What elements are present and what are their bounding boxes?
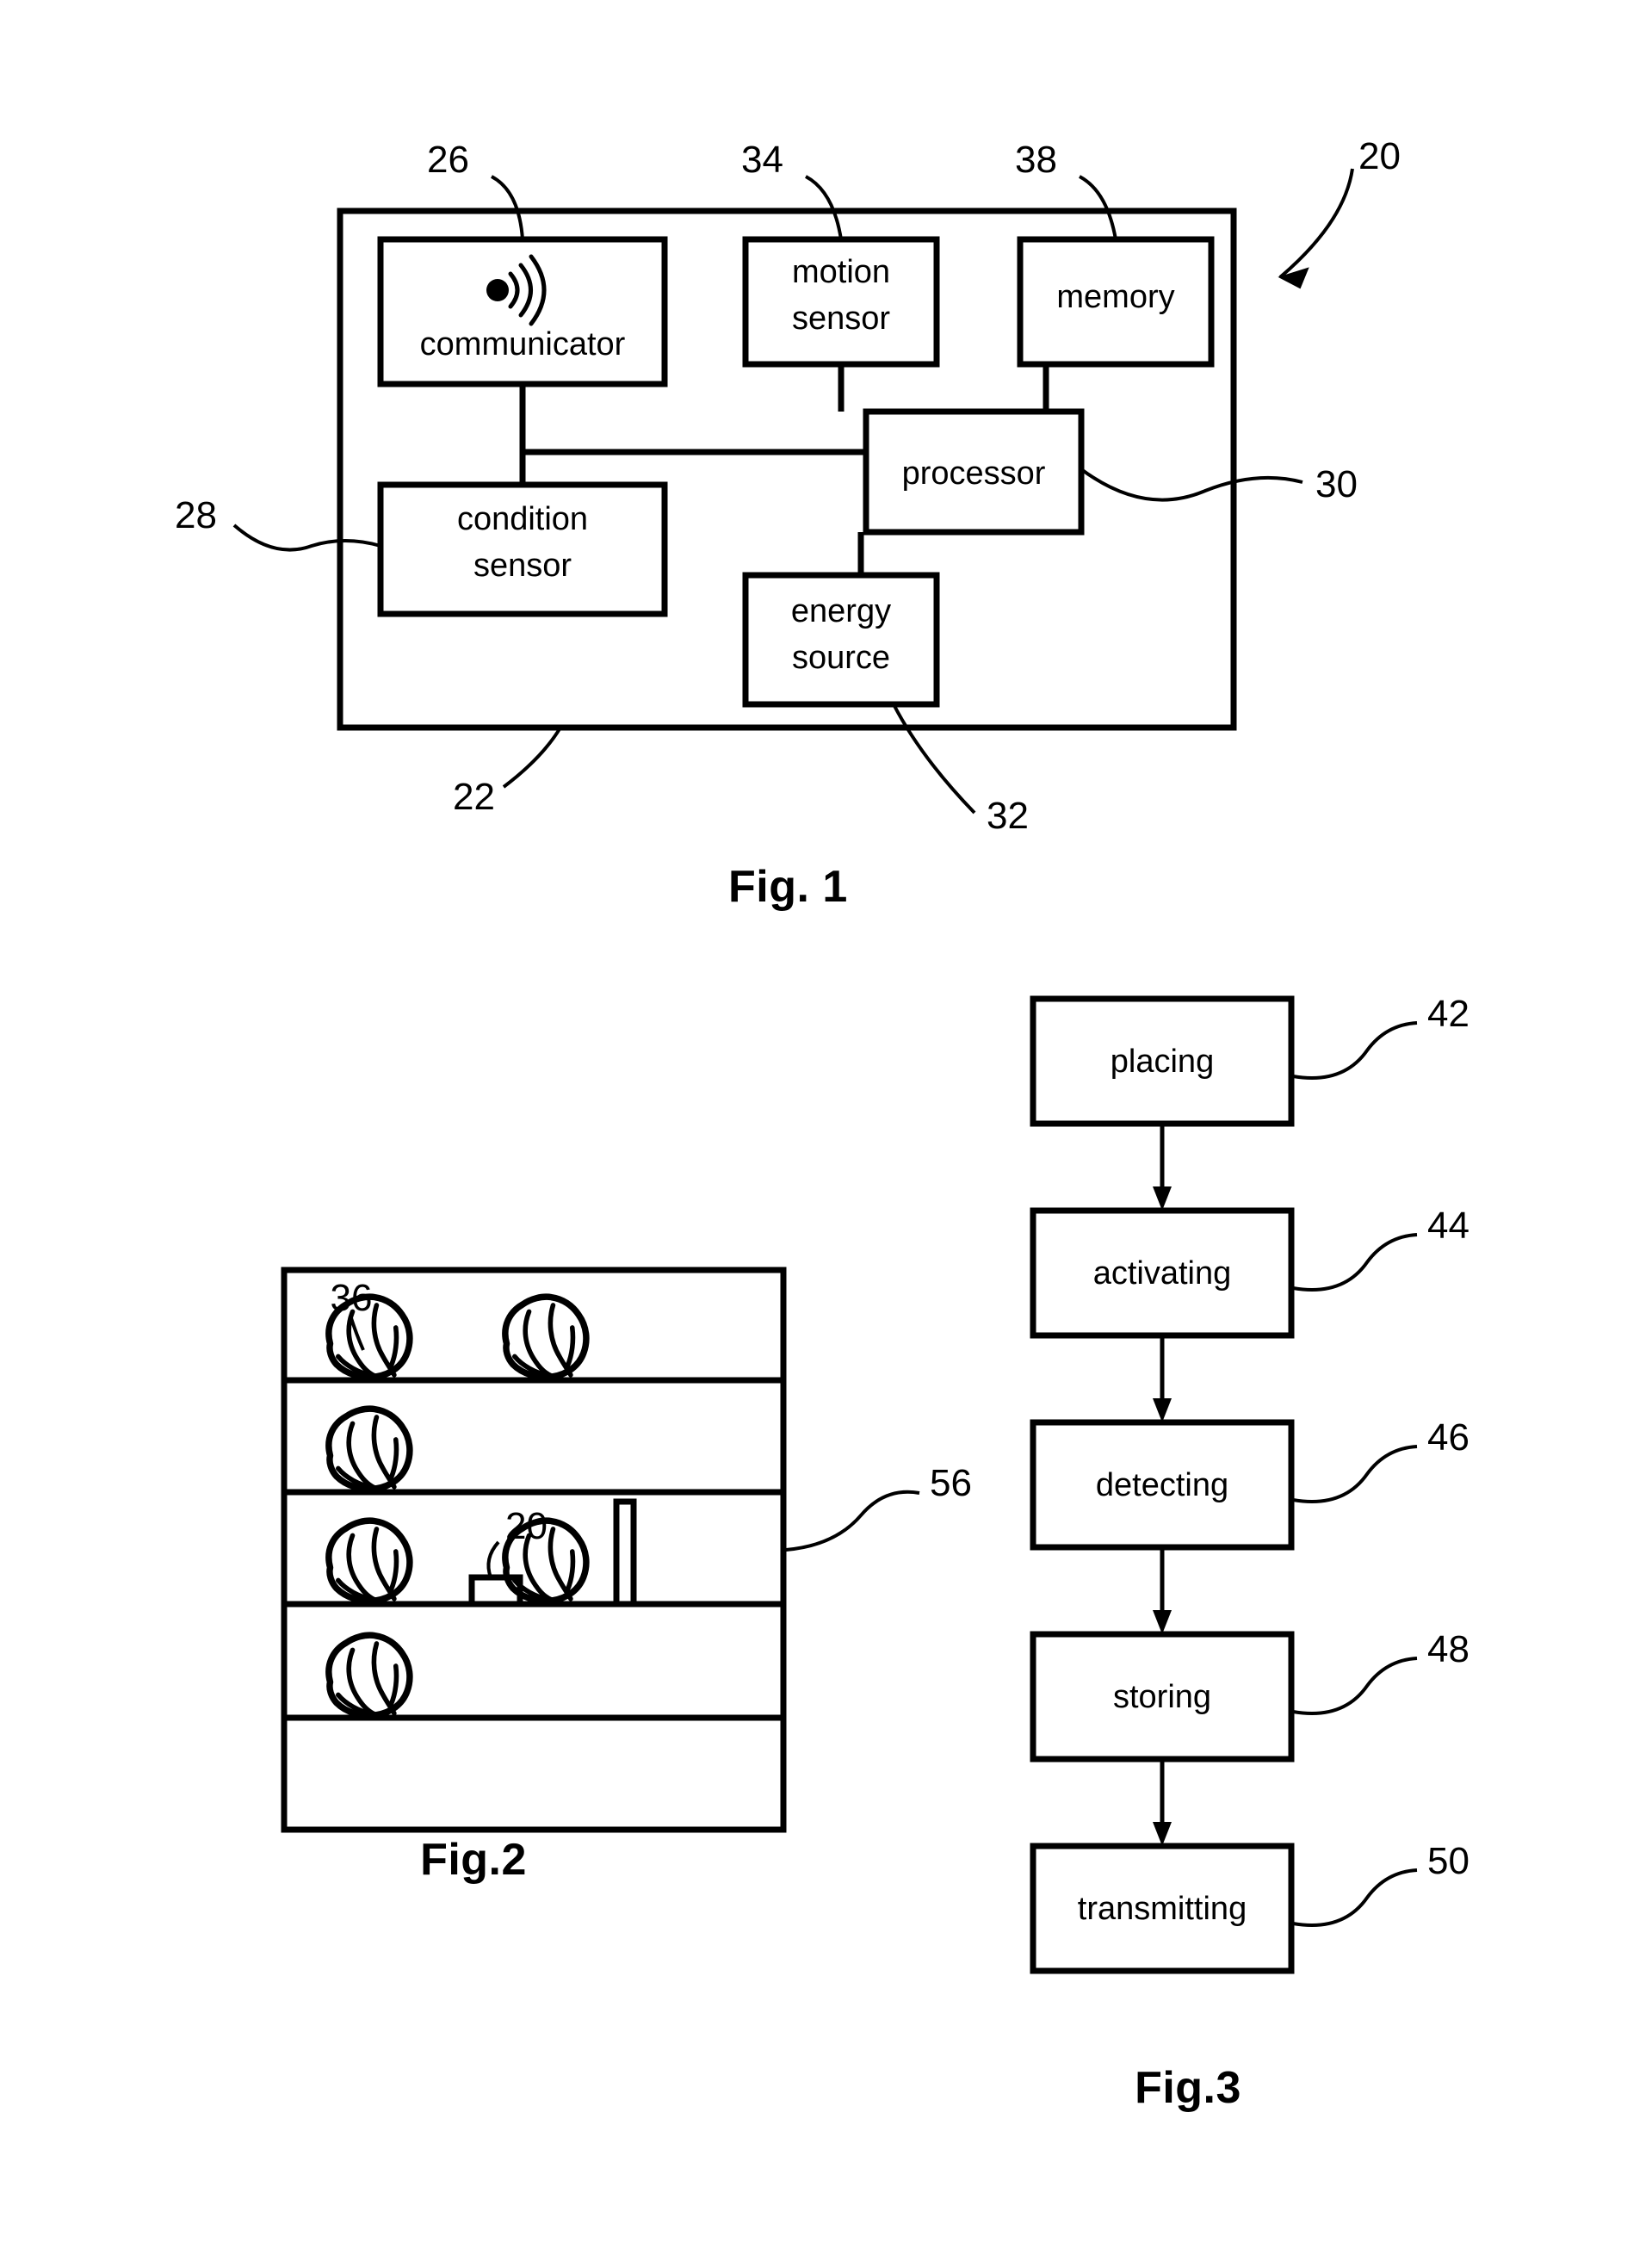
fig1-ref-20: 20	[1358, 135, 1401, 177]
figure-3: placing 42 activating 44 detecting 46 st…	[1030, 993, 1469, 1974]
fig3-leader-48	[1292, 1657, 1418, 1715]
fig1-ref-30: 30	[1315, 463, 1358, 505]
fig2-leader-20	[486, 1540, 500, 1578]
figure-1: communicator 26 motion sensor 34 memory …	[175, 135, 1401, 837]
fig3-step-label-activating: activating	[1093, 1255, 1232, 1292]
fig3-ref-48: 48	[1427, 1628, 1469, 1670]
fig3-leader-46	[1292, 1445, 1418, 1503]
wireless-signal-icon	[486, 254, 547, 326]
fig3-leader-50	[1292, 1868, 1418, 1927]
fig1-leader-20	[1278, 168, 1354, 279]
fig3-arrowhead-4	[1153, 1822, 1172, 1846]
fig3-step-label-storing: storing	[1113, 1679, 1211, 1715]
fig1-energy-source-label-line2: source	[792, 640, 890, 676]
fig3-leader-42	[1292, 1021, 1418, 1080]
fig3-arrowhead-1	[1153, 1186, 1172, 1211]
fig2-produce-item	[329, 1521, 410, 1601]
fig2-leader-56	[785, 1490, 920, 1552]
fig2-ref-20: 20	[505, 1505, 548, 1547]
fig3-ref-42: 42	[1427, 993, 1469, 1035]
fig1-caption: Fig. 1	[728, 862, 848, 912]
fig1-leader-32	[892, 703, 976, 815]
fig1-leader-30	[1080, 468, 1303, 502]
fig3-step-label-detecting: detecting	[1096, 1467, 1228, 1503]
fig3-arrowhead-3	[1153, 1610, 1172, 1634]
fig1-ref-26: 26	[427, 139, 469, 181]
fig1-leader-28	[232, 523, 381, 552]
fig1-motion-sensor-label-line1: motion	[792, 254, 890, 290]
fig1-motion-sensor-label-line2: sensor	[792, 300, 890, 337]
fig2-shelf-strip	[613, 1498, 637, 1608]
fig2-caption: Fig.2	[420, 1835, 527, 1885]
fig3-leader-44	[1292, 1233, 1418, 1292]
fig3-ref-46: 46	[1427, 1416, 1469, 1459]
fig1-condition-sensor-label-line2: sensor	[473, 548, 572, 584]
fig1-condition-sensor-label-line1: condition	[457, 501, 588, 537]
fig3-arrowhead-2	[1153, 1398, 1172, 1422]
fig3-step-label-placing: placing	[1111, 1044, 1214, 1080]
fig1-ref-28: 28	[175, 494, 217, 536]
fig2-ref-56: 56	[930, 1462, 972, 1504]
fig2-ref-36: 36	[331, 1277, 373, 1319]
fig1-energy-source-label-line1: energy	[791, 593, 891, 629]
fig1-ref-32: 32	[987, 795, 1029, 837]
fig1-ref-22: 22	[453, 776, 495, 818]
fig3-ref-44: 44	[1427, 1205, 1469, 1247]
fig3-step-label-transmitting: transmitting	[1078, 1891, 1247, 1927]
fig3-caption: Fig.3	[1135, 2063, 1241, 2113]
fig1-ref-38: 38	[1015, 139, 1057, 181]
fig1-leader-22	[502, 726, 562, 789]
fig2-produce-item	[505, 1297, 586, 1377]
fig2-produce-item	[329, 1635, 410, 1715]
patent-drawing-sheet: communicator 26 motion sensor 34 memory …	[0, 0, 1652, 2255]
fig1-processor-label: processor	[902, 455, 1046, 492]
fig1-communicator-label: communicator	[420, 326, 626, 362]
fig3-ref-50: 50	[1427, 1840, 1469, 1882]
fig2-produce-item	[329, 1409, 410, 1489]
fig1-memory-label: memory	[1056, 279, 1174, 315]
fig1-ref-34: 34	[741, 139, 783, 181]
